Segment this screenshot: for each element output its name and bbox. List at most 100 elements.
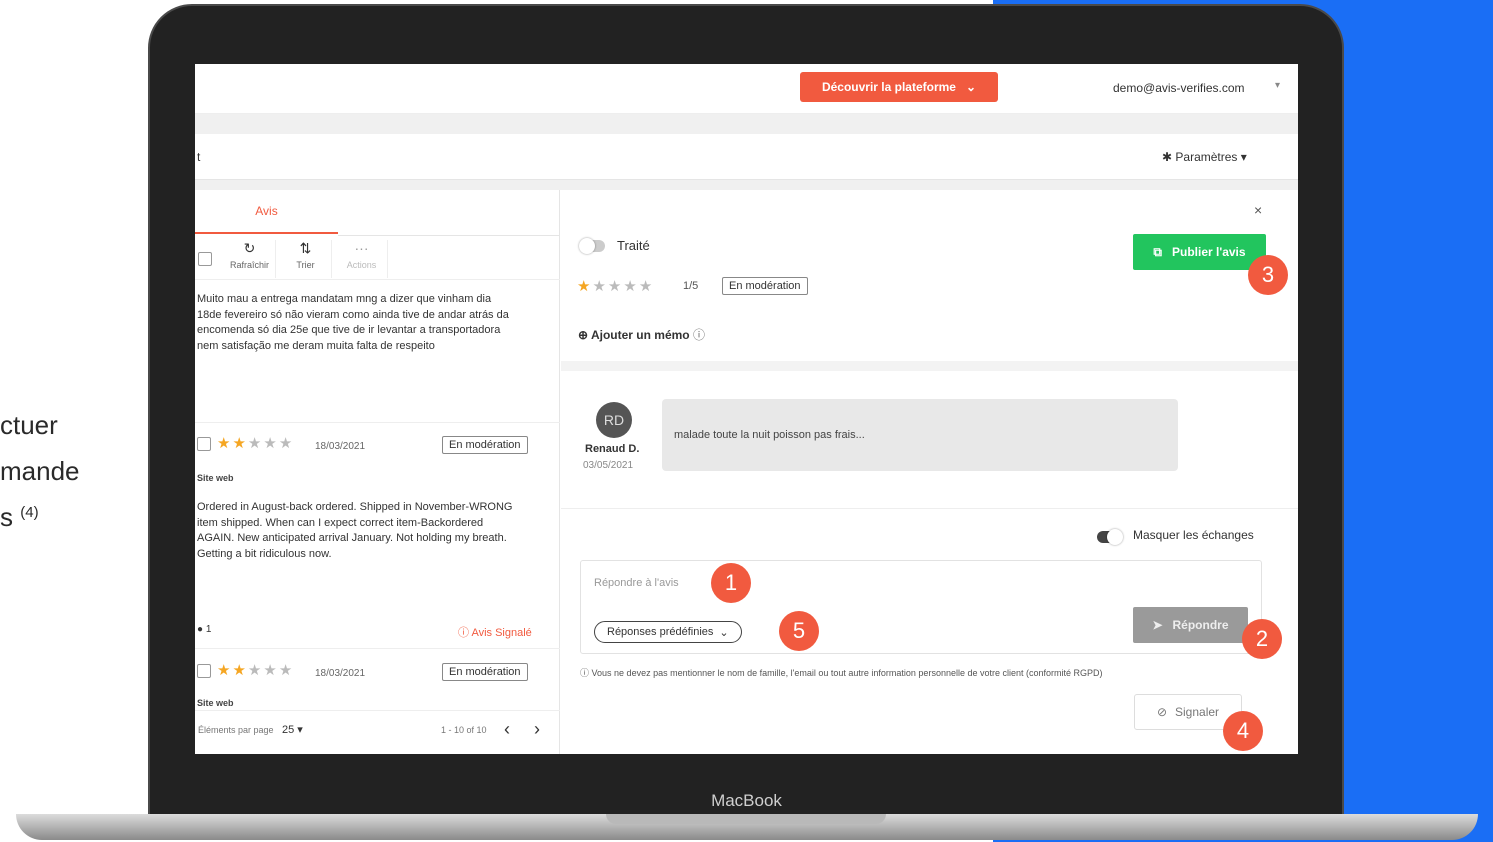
side-text-line1: ctuer — [0, 410, 58, 440]
star-icon: ★ — [232, 435, 248, 452]
page-range: 1 - 10 of 10 — [441, 725, 487, 735]
star-icon: ★ — [278, 435, 295, 452]
caret-down-icon[interactable]: ▾ — [1275, 80, 1280, 91]
star-icon: ★ — [278, 662, 295, 679]
rgpd-note: ⓘ Vous ne devez pas mentionner le nom de… — [580, 666, 1103, 679]
star-icon: ★ — [217, 435, 233, 452]
review-2-stars: ★★★★★ — [217, 434, 294, 452]
sort-icon: ⇅ — [299, 240, 312, 256]
settings-label: Paramètres — [1175, 150, 1238, 164]
app-screen: Découvrir la plateforme ⌄ demo@avis-veri… — [195, 64, 1298, 754]
add-memo-button[interactable]: ⊕ Ajouter un mémo ⓘ — [578, 326, 705, 343]
status-badge: En modération — [722, 277, 808, 295]
review-2-source: Site web — [197, 473, 234, 483]
star-icon: ★ — [638, 278, 655, 295]
refresh-label: Rafraîchir — [229, 260, 269, 270]
comment-icon: ● — [197, 624, 204, 635]
publish-label: Publier l'avis — [1172, 245, 1246, 259]
info-icon: ⓘ — [458, 627, 469, 639]
refresh-button[interactable]: ↻ Rafraîchir — [224, 240, 276, 278]
memo-label: Ajouter un mémo — [590, 328, 690, 342]
next-page-icon[interactable]: › — [534, 719, 540, 740]
review-2-date: 18/03/2021 — [315, 441, 366, 452]
review-3-checkbox[interactable] — [197, 664, 211, 678]
per-page-select[interactable]: 25 ▾ — [282, 723, 303, 736]
hide-exchanges-toggle[interactable] — [1097, 529, 1123, 545]
plus-circle-icon: ⊕ — [578, 328, 589, 342]
sort-label: Trier — [296, 260, 315, 270]
star-icon: ★ — [247, 435, 264, 452]
traite-label: Traité — [617, 238, 650, 253]
review-2-status-badge: En modération — [442, 436, 528, 454]
gear-icon: ✱ — [1162, 150, 1173, 164]
traite-toggle[interactable] — [579, 238, 605, 254]
more-icon: ··· — [354, 240, 369, 256]
band — [195, 114, 1298, 134]
divider — [561, 508, 1298, 509]
send-icon: ➤ — [1152, 618, 1163, 632]
actions-button[interactable]: ··· Actions — [336, 240, 388, 278]
predefined-replies-dropdown[interactable]: Réponses prédéfinies ⌄ — [594, 621, 742, 643]
review-2-comments[interactable]: ● 1 — [197, 624, 211, 635]
sort-button[interactable]: ⇅ Trier — [280, 240, 332, 278]
side-text-line2: mande — [0, 456, 80, 486]
tab-avis[interactable]: Avis — [195, 190, 338, 234]
prev-page-icon[interactable]: ‹ — [504, 719, 510, 740]
review-2-flag[interactable]: ⓘ Avis Signalé — [458, 624, 532, 640]
settings-button[interactable]: ✱ Paramètres ▾ — [1162, 150, 1247, 164]
review-3-date: 18/03/2021 — [315, 668, 366, 679]
secondary-toolbar: t ✱ Paramètres ▾ — [195, 134, 1298, 180]
marker-2: 2 — [1242, 619, 1282, 659]
review-3-status-badge: En modération — [442, 663, 528, 681]
review-3-source: Site web — [197, 698, 234, 708]
rating-stars: ★★★★★ — [577, 277, 654, 295]
side-text: ctuer mande s (4) — [0, 402, 80, 540]
star-icon: ★ — [217, 662, 233, 679]
marker-4: 4 — [1223, 711, 1263, 751]
publish-icon: ⧉ — [1153, 244, 1162, 259]
stage: ctuer mande s (4) MacBook Découvrir la p… — [0, 0, 1493, 842]
comment-count: 1 — [205, 624, 212, 635]
avatar: RD — [596, 402, 632, 438]
report-label: Signaler — [1175, 705, 1220, 719]
rgpd-text: Vous ne devez pas mentionner le nom de f… — [591, 668, 1103, 678]
discover-platform-button[interactable]: Découvrir la plateforme ⌄ — [800, 72, 998, 102]
publish-review-button[interactable]: ⧉ Publier l'avis — [1133, 234, 1266, 270]
per-page-label: Éléments par page — [198, 725, 274, 735]
select-all-checkbox[interactable] — [198, 252, 212, 266]
review-2-checkbox[interactable] — [197, 437, 211, 451]
side-text-footnote: (4) — [20, 504, 39, 521]
star-icon: ★ — [232, 662, 248, 679]
section-band — [561, 361, 1298, 371]
review-3-stars: ★★★★★ — [217, 661, 294, 679]
star-icon: ★ — [623, 278, 639, 295]
review-bubble: malade toute la nuit poisson pas frais..… — [662, 399, 1178, 471]
refresh-icon: ↻ — [243, 240, 256, 256]
top-bar: Découvrir la plateforme ⌄ demo@avis-veri… — [195, 64, 1298, 114]
divider — [195, 422, 560, 423]
star-icon: ★ — [592, 278, 608, 295]
star-icon: ★ — [247, 662, 264, 679]
star-icon: ★ — [263, 435, 279, 452]
chevron-down-icon: ⌄ — [965, 80, 977, 94]
laptop-notch — [606, 814, 886, 824]
actions-label: Actions — [346, 260, 377, 270]
report-icon: ⊘ — [1156, 705, 1168, 719]
pagination: Éléments par page 25 ▾ 1 - 10 of 10 ‹ › — [195, 710, 560, 754]
reply-box: Répondre à l'avis Réponses prédéfinies ⌄… — [580, 560, 1262, 654]
reply-button[interactable]: ➤ Répondre — [1133, 607, 1248, 643]
band — [195, 180, 1298, 190]
toolbar-sliver-text: t — [197, 150, 201, 164]
user-email[interactable]: demo@avis-verifies.com — [1113, 81, 1245, 95]
hide-exchanges-label: Masquer les échanges — [1133, 528, 1254, 542]
review-1-text[interactable]: Muito mau a entrega mandatam mng a dizer… — [197, 292, 517, 354]
info-icon: ⓘ — [580, 668, 590, 678]
caret-down-icon: ▾ — [1240, 150, 1247, 164]
close-icon[interactable]: × — [1254, 202, 1262, 218]
author-name: Renaud D. — [585, 443, 640, 455]
laptop-brand: MacBook — [711, 791, 782, 810]
star-icon: ★ — [577, 278, 593, 295]
review-2-text[interactable]: Ordered in August-back ordered. Shipped … — [197, 500, 517, 562]
reply-input[interactable]: Répondre à l'avis — [594, 577, 679, 589]
flag-label: Avis Signalé — [471, 627, 532, 639]
